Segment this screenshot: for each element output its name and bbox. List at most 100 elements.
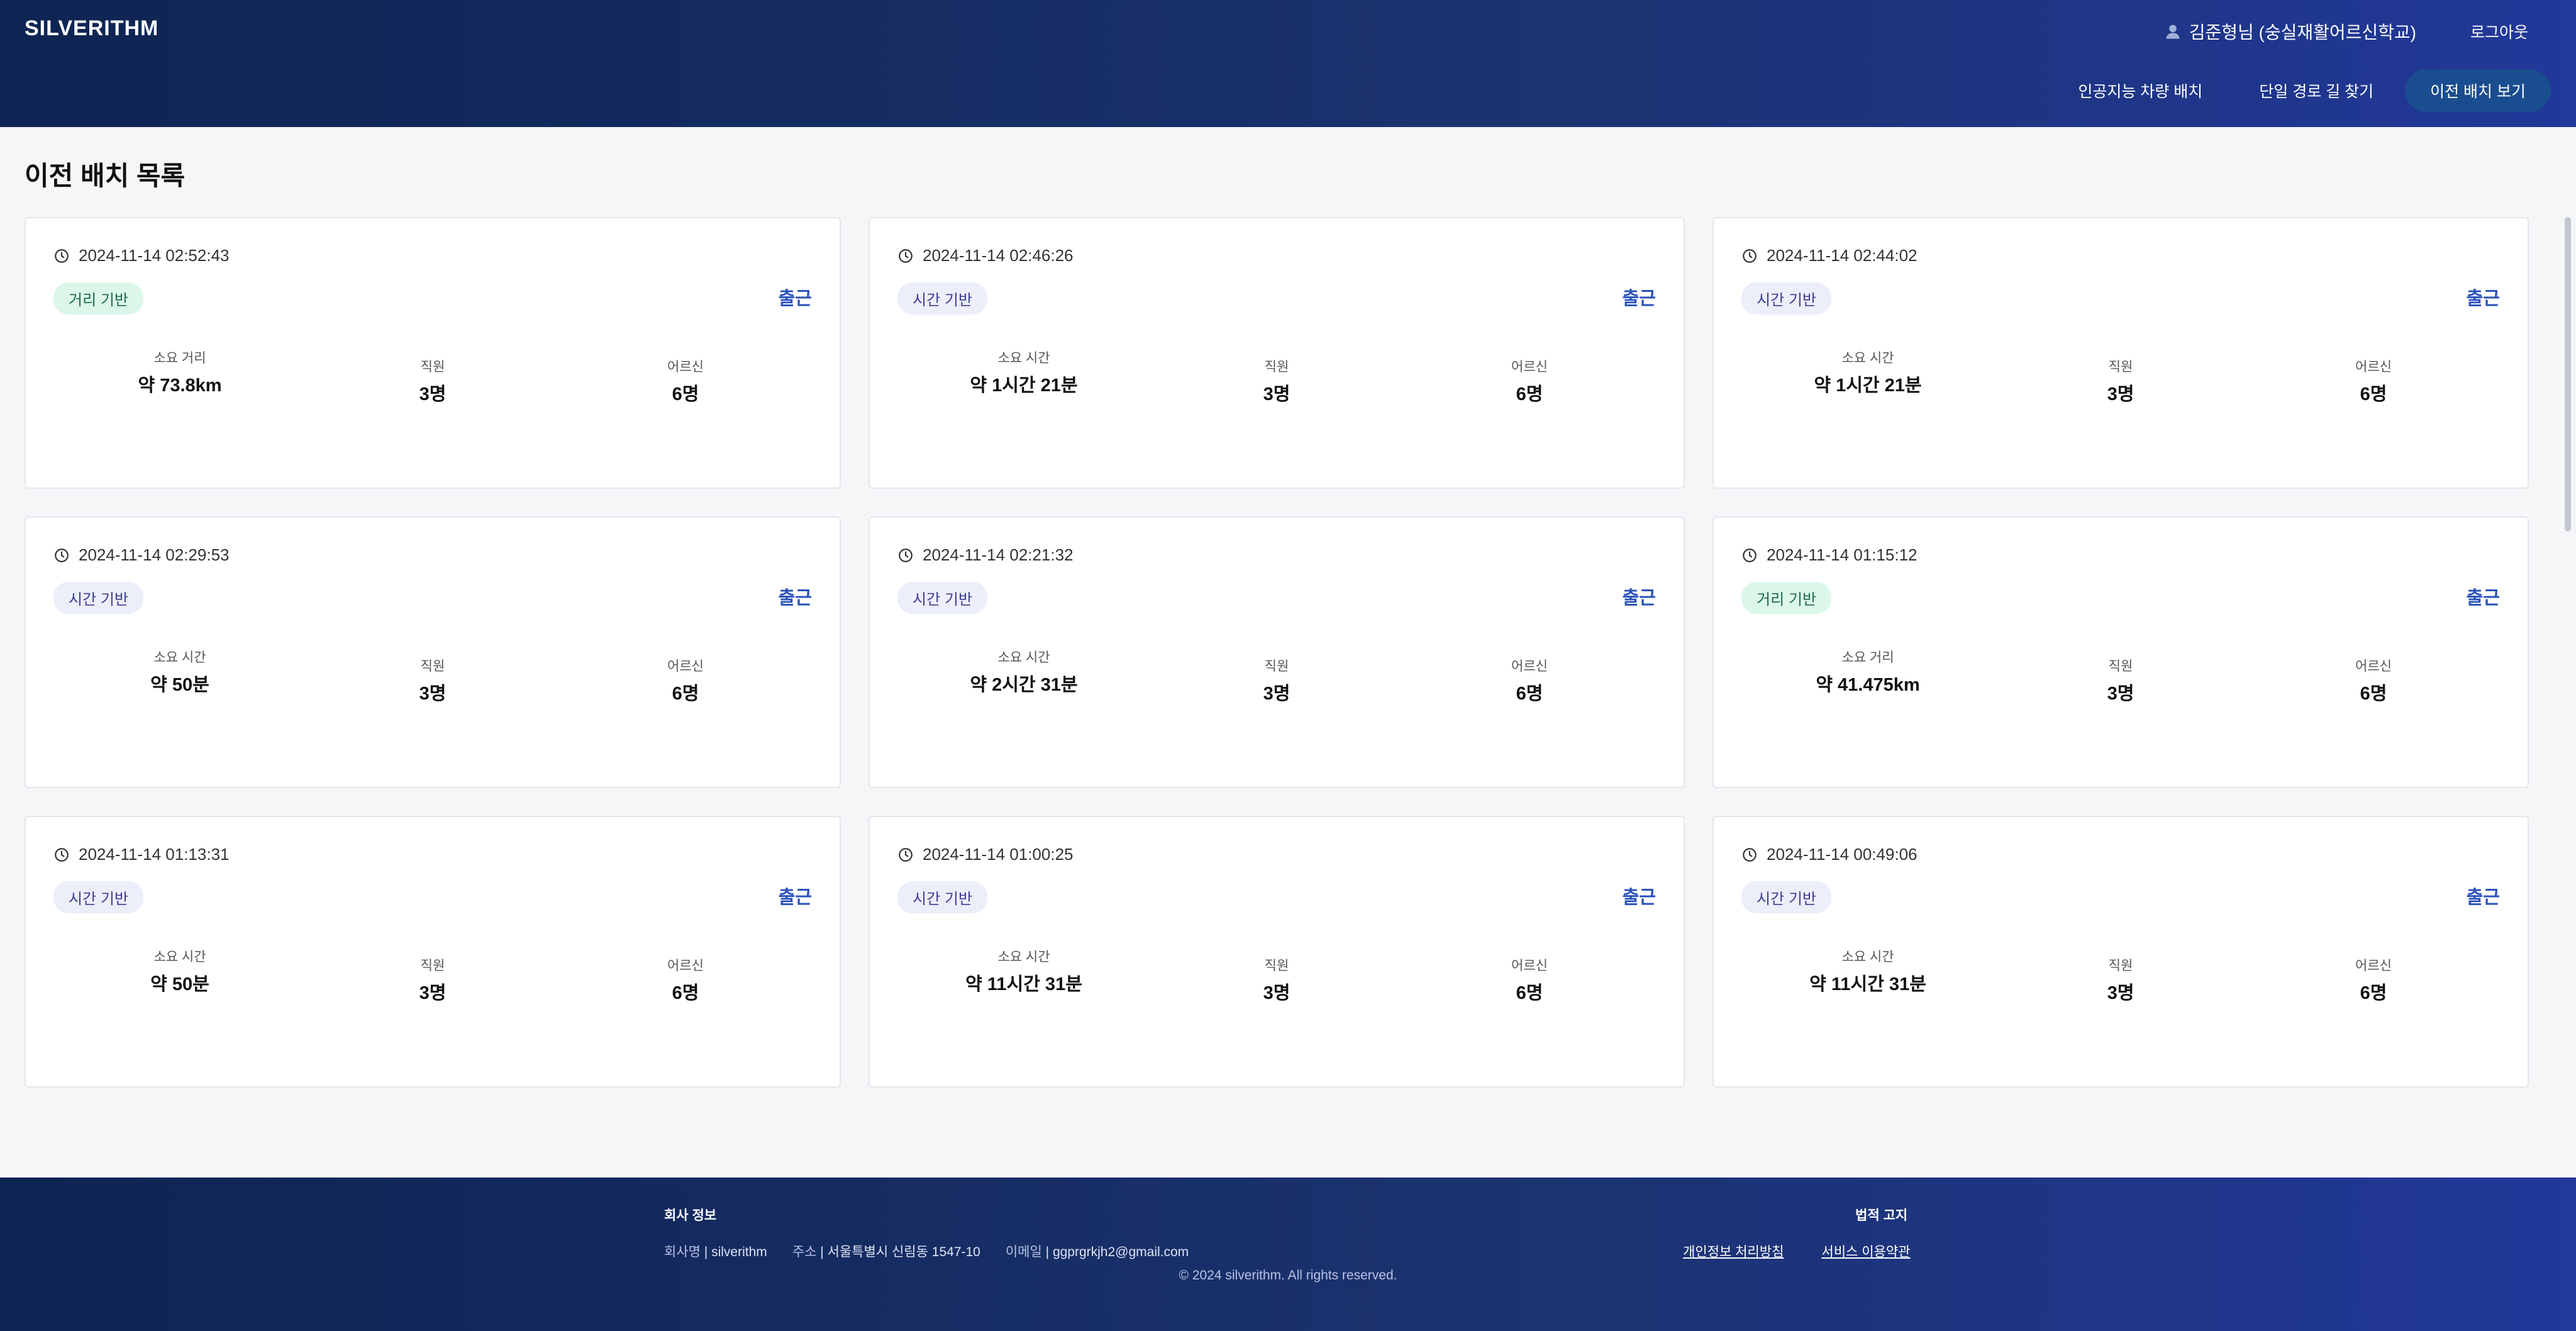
dispatch-card[interactable]: 2024-11-14 01:15:12 거리 기반 출근 소요 거리 약 41.… xyxy=(1713,516,2529,788)
privacy-policy-link[interactable]: 개인정보 처리방침 xyxy=(1683,1242,1784,1261)
stat-staff-value: 3명 xyxy=(1263,983,1291,1003)
stat-staff: 직원 3명 xyxy=(1150,357,1403,406)
card-timestamp: 2024-11-14 02:46:26 xyxy=(897,246,1074,265)
card-timestamp: 2024-11-14 02:44:02 xyxy=(1741,246,1918,265)
card-stats: 소요 시간 약 2시간 31분 직원 3명 어르신 6명 xyxy=(897,650,1656,705)
nav-previous-dispatch[interactable]: 이전 배치 보기 xyxy=(2405,69,2551,112)
stat-staff-label: 직원 xyxy=(2108,959,2133,973)
card-stats: 소요 거리 약 41.475km 직원 3명 어르신 6명 xyxy=(1741,650,2500,705)
mode-badge: 시간 기반 xyxy=(897,582,987,614)
card-stats: 소요 시간 약 11시간 31분 직원 3명 어르신 6명 xyxy=(897,950,1656,1005)
commute-button[interactable]: 출근 xyxy=(2467,883,2500,909)
stat-main-label: 소요 거리 xyxy=(153,351,206,365)
logout-button[interactable]: 로그아웃 xyxy=(2470,20,2528,43)
card-stats: 소요 시간 약 11시간 31분 직원 3명 어르신 6명 xyxy=(1741,950,2500,1005)
user-icon xyxy=(2166,25,2180,39)
footer-legal-links: 개인정보 처리방침 서비스 이용약관 xyxy=(1683,1242,1910,1261)
clock-icon xyxy=(55,847,69,862)
dispatch-card[interactable]: 2024-11-14 02:46:26 시간 기반 출근 소요 시간 약 1시간… xyxy=(869,217,1685,489)
dispatch-card[interactable]: 2024-11-14 01:00:25 시간 기반 출근 소요 시간 약 11시… xyxy=(869,816,1685,1088)
stat-main-value: 약 41.475km xyxy=(1816,675,1920,695)
stat-staff-value: 3명 xyxy=(419,983,447,1003)
page-title: 이전 배치 목록 xyxy=(25,161,186,191)
card-stats: 소요 시간 약 1시간 21분 직원 3명 어르신 6명 xyxy=(1741,351,2500,406)
stat-staff: 직원 3명 xyxy=(1150,656,1403,705)
commute-button[interactable]: 출근 xyxy=(1623,583,1656,610)
card-timestamp: 2024-11-14 02:29:53 xyxy=(53,545,230,565)
dispatch-card[interactable]: 2024-11-14 02:44:02 시간 기반 출근 소요 시간 약 1시간… xyxy=(1713,217,2529,489)
stat-elder: 어르신 6명 xyxy=(559,656,812,705)
stat-main-value: 약 50분 xyxy=(150,974,209,994)
clock-icon xyxy=(899,847,913,862)
stat-elder-value: 6명 xyxy=(672,684,699,704)
stat-main-label: 소요 시간 xyxy=(997,650,1050,665)
address-key: 주소 xyxy=(792,1245,817,1259)
commute-button[interactable]: 출근 xyxy=(779,883,812,909)
stat-staff: 직원 3명 xyxy=(1994,955,2247,1005)
nav-single-route[interactable]: 단일 경로 길 찾기 xyxy=(2234,69,2399,112)
clock-icon xyxy=(899,548,913,562)
company-value: silverithm xyxy=(711,1245,767,1259)
timestamp-text: 2024-11-14 01:00:25 xyxy=(923,845,1074,864)
copyright: © 2024 silverithm. All rights reserved. xyxy=(1179,1268,1397,1283)
brand-logo[interactable]: SILVERITHM xyxy=(25,16,158,41)
card-timestamp: 2024-11-14 01:15:12 xyxy=(1741,545,1918,565)
commute-button[interactable]: 출근 xyxy=(1623,883,1656,909)
stat-main-value: 약 1시간 21분 xyxy=(970,376,1078,396)
mode-badge: 시간 기반 xyxy=(53,881,143,913)
stat-elder-label: 어르신 xyxy=(1511,360,1548,374)
stat-elder-value: 6명 xyxy=(672,983,699,1003)
card-timestamp: 2024-11-14 02:52:43 xyxy=(53,246,230,265)
dispatch-card[interactable]: 2024-11-14 02:29:53 시간 기반 출근 소요 시간 약 50분… xyxy=(25,516,841,788)
terms-of-service-link[interactable]: 서비스 이용약관 xyxy=(1821,1242,1910,1261)
stat-staff-value: 3명 xyxy=(2107,983,2135,1003)
mode-badge: 거리 기반 xyxy=(53,282,143,315)
stat-staff-value: 3명 xyxy=(419,384,447,404)
scrollbar-thumb[interactable] xyxy=(2565,217,2571,532)
dispatch-card[interactable]: 2024-11-14 01:13:31 시간 기반 출근 소요 시간 약 50분… xyxy=(25,816,841,1088)
stat-elder: 어르신 6명 xyxy=(2247,357,2500,406)
stat-staff-value: 3명 xyxy=(419,684,447,704)
clock-icon xyxy=(899,248,913,263)
timestamp-text: 2024-11-14 02:29:53 xyxy=(79,545,230,564)
stat-elder-label: 어르신 xyxy=(1511,959,1548,973)
stat-staff-label: 직원 xyxy=(1264,659,1289,674)
dispatch-card[interactable]: 2024-11-14 02:21:32 시간 기반 출근 소요 시간 약 2시간… xyxy=(869,516,1685,788)
scrollbar[interactable] xyxy=(2563,217,2572,1148)
mode-badge: 시간 기반 xyxy=(1741,881,1831,913)
mode-badge: 시간 기반 xyxy=(897,282,987,315)
stat-staff: 직원 3명 xyxy=(306,656,559,705)
stat-main-label: 소요 시간 xyxy=(153,650,206,665)
stat-staff: 직원 3명 xyxy=(1994,656,2247,705)
stat-main-value: 약 1시간 21분 xyxy=(1814,376,1922,396)
stat-main-value: 약 2시간 31분 xyxy=(970,675,1078,695)
card-timestamp: 2024-11-14 02:21:32 xyxy=(897,545,1074,565)
stat-elder-value: 6명 xyxy=(1516,384,1543,404)
dispatch-card[interactable]: 2024-11-14 02:52:43 거리 기반 출근 소요 거리 약 73.… xyxy=(25,217,841,489)
nav-ai-vehicle-dispatch[interactable]: 인공지능 차량 배치 xyxy=(2053,69,2228,112)
footer-legal-title: 법적 고지 xyxy=(1855,1208,1908,1223)
commute-button[interactable]: 출근 xyxy=(1623,284,1656,310)
stat-elder-value: 6명 xyxy=(2360,384,2387,404)
stat-elder: 어르신 6명 xyxy=(2247,955,2500,1005)
dispatch-list: 2024-11-14 02:52:43 거리 기반 출근 소요 거리 약 73.… xyxy=(0,208,2576,1152)
card-timestamp: 2024-11-14 01:00:25 xyxy=(897,845,1074,864)
stat-elder: 어르신 6명 xyxy=(2247,656,2500,705)
stat-main-label: 소요 시간 xyxy=(997,950,1050,964)
mode-badge: 거리 기반 xyxy=(1741,582,1831,614)
timestamp-text: 2024-11-14 02:52:43 xyxy=(79,246,230,265)
commute-button[interactable]: 출근 xyxy=(2467,583,2500,610)
stat-main: 소요 시간 약 11시간 31분 xyxy=(897,950,1150,1005)
stat-main-value: 약 73.8km xyxy=(138,376,222,396)
stat-elder: 어르신 6명 xyxy=(1403,357,1656,406)
commute-button[interactable]: 출근 xyxy=(2467,284,2500,310)
stat-elder-value: 6명 xyxy=(1516,983,1543,1003)
clock-icon xyxy=(1743,248,1757,263)
commute-button[interactable]: 출근 xyxy=(779,284,812,310)
stat-main: 소요 시간 약 11시간 31분 xyxy=(1741,950,1994,1005)
timestamp-text: 2024-11-14 02:44:02 xyxy=(1767,246,1918,265)
card-stats: 소요 시간 약 50분 직원 3명 어르신 6명 xyxy=(53,950,812,1005)
commute-button[interactable]: 출근 xyxy=(779,583,812,610)
dispatch-card[interactable]: 2024-11-14 00:49:06 시간 기반 출근 소요 시간 약 11시… xyxy=(1713,816,2529,1088)
stat-staff-label: 직원 xyxy=(420,360,445,374)
